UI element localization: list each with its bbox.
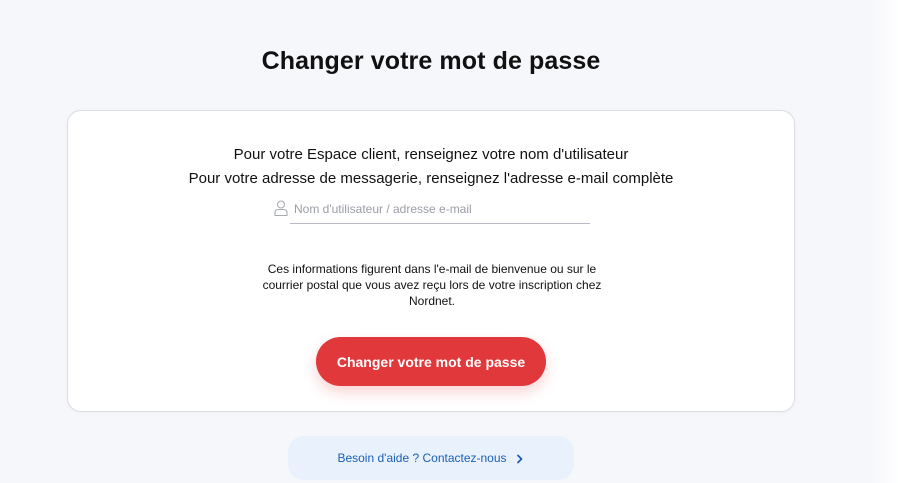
help-contact-label: Besoin d'aide ? Contactez-nous [337,451,507,465]
page-title: Changer votre mot de passe [261,47,601,75]
instruction-email-address: Pour votre adresse de messagerie, rensei… [188,170,674,187]
change-password-button[interactable]: Changer votre mot de passe [316,337,546,386]
password-reset-card: Pour votre Espace client, renseignez vot… [67,110,795,412]
background-edge [870,0,898,483]
username-field-group [274,199,592,225]
chevron-right-icon [515,453,525,464]
instruction-client-space: Pour votre Espace client, renseignez vot… [233,146,629,163]
help-contact-link[interactable]: Besoin d'aide ? Contactez-nous [288,436,574,480]
info-text: Ces informations figurent dans l'e-mail … [262,262,602,308]
username-input[interactable] [290,199,590,224]
user-icon [274,200,288,217]
